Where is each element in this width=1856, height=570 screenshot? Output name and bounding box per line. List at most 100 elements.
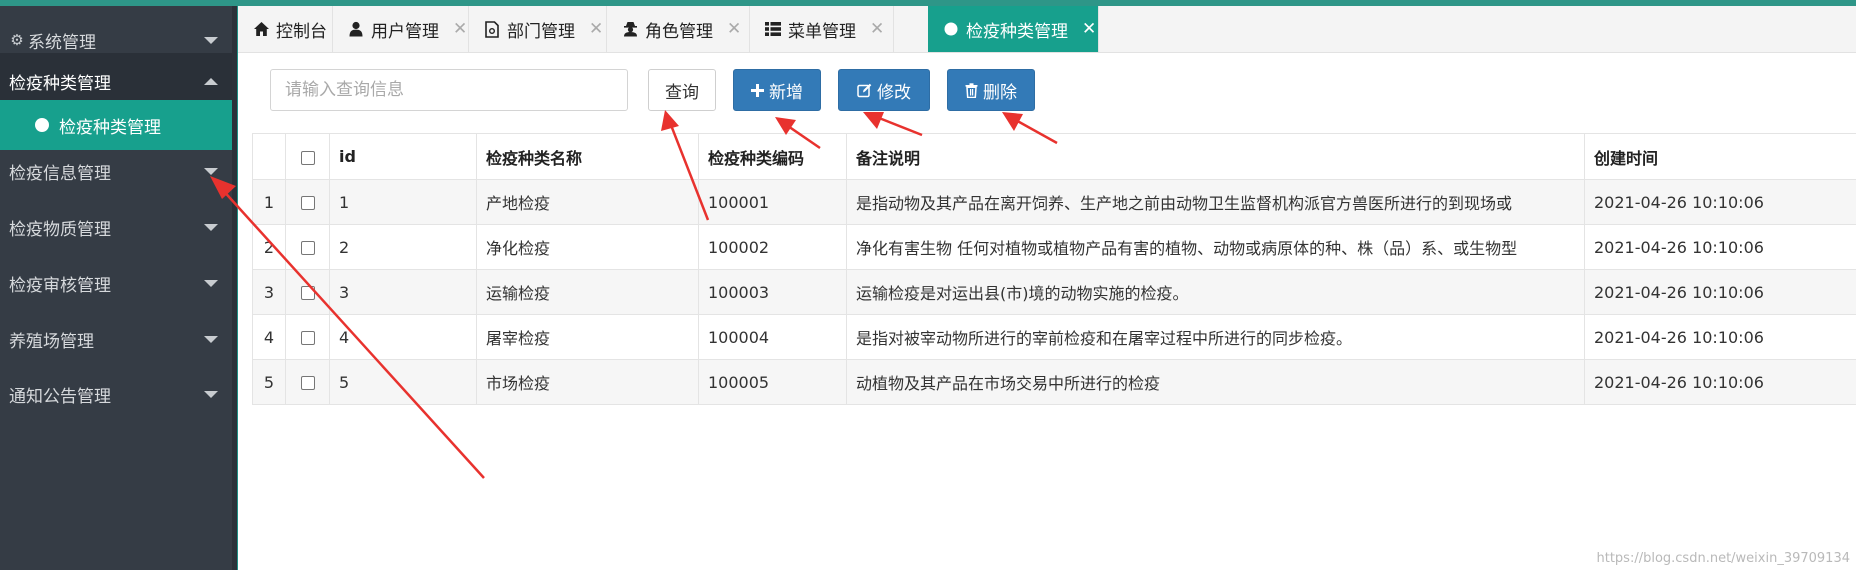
tab-close-button[interactable]: ✕: [727, 19, 741, 39]
row-checkbox-cell: [285, 224, 330, 270]
edit-button[interactable]: 修改: [838, 69, 930, 111]
add-button-label: 新增: [769, 82, 803, 103]
row-checkbox-cell: [285, 359, 330, 405]
row-number: 1: [252, 179, 286, 225]
row-checkbox[interactable]: [300, 331, 315, 345]
row-number: 4: [252, 314, 286, 360]
row-checkbox[interactable]: [300, 241, 315, 255]
chevron-down-icon: [204, 168, 218, 175]
tab-bar: 控制台 用户管理 ✕ 部门管理 ✕ 角色管理 ✕ 菜单管理 ✕ 检疫种类管理 ✕: [238, 6, 1856, 53]
list-icon: [764, 20, 782, 38]
row-checkbox-cell: [285, 314, 330, 360]
edit-button-label: 修改: [877, 82, 911, 103]
tab-role-management[interactable]: 角色管理 ✕: [607, 6, 750, 52]
row-number: 3: [252, 269, 286, 315]
chevron-down-icon: [204, 336, 218, 343]
table-row[interactable]: 1 1 产地检疫 100001 是指动物及其产品在离开饲养、生产地之前由动物卫生…: [252, 179, 1856, 225]
chevron-up-icon: [204, 78, 218, 85]
table-row[interactable]: 4 4 屠宰检疫 100004 是指对被宰动物所进行的宰前检疫和在屠宰过程中所进…: [252, 314, 1856, 360]
tab-label: 菜单管理: [788, 21, 856, 42]
cell-created: 2021-04-26 10:10:06: [1584, 269, 1856, 315]
delete-button-label: 删除: [983, 82, 1017, 103]
sidebar-item-label: 检疫审核管理: [9, 275, 111, 296]
sidebar-item-label: 系统管理: [28, 32, 96, 53]
user-icon: [347, 20, 365, 38]
cell-code: 100004: [698, 314, 847, 360]
annotation-arrow-edit: [863, 112, 923, 137]
plus-icon: [751, 83, 764, 97]
tab-close-button[interactable]: ✕: [870, 19, 884, 39]
cell-code: 100003: [698, 269, 847, 315]
column-header-note[interactable]: 备注说明: [846, 133, 1585, 180]
select-all-checkbox[interactable]: [300, 150, 315, 165]
tab-quarantine-type[interactable]: 检疫种类管理 ✕: [928, 6, 1099, 52]
chevron-down-icon: [204, 224, 218, 231]
sidebar: ⚙ 系统管理 检疫种类管理 检疫种类管理 检疫信息管理 检疫物质管理 检疫审核管…: [0, 6, 232, 570]
sidebar-item-quarantine-info[interactable]: 检疫信息管理: [0, 143, 232, 199]
cell-created: 2021-04-26 10:10:06: [1584, 359, 1856, 405]
sidebar-item-farm[interactable]: 养殖场管理: [0, 311, 232, 367]
trash-icon: [965, 82, 978, 98]
row-checkbox[interactable]: [300, 376, 315, 390]
search-input[interactable]: [270, 69, 628, 111]
column-header-name[interactable]: 检疫种类名称: [476, 133, 699, 180]
row-number-header: [252, 133, 286, 180]
sidebar-item-label: 通知公告管理: [9, 386, 111, 407]
user-secret-icon: [621, 20, 639, 38]
tab-label: 部门管理: [507, 21, 575, 42]
column-header-code[interactable]: 检疫种类编码: [698, 133, 847, 180]
circle-icon: [35, 118, 49, 132]
document-icon: [483, 20, 501, 38]
tab-label: 检疫种类管理: [966, 21, 1068, 42]
tab-label: 控制台: [276, 21, 327, 42]
home-icon: [252, 20, 270, 38]
cell-code: 100005: [698, 359, 847, 405]
cell-id: 5: [329, 359, 477, 405]
cell-created: 2021-04-26 10:10:06: [1584, 314, 1856, 360]
cell-id: 2: [329, 224, 477, 270]
cell-code: 100002: [698, 224, 847, 270]
data-table: id 检疫种类名称 检疫种类编码 备注说明 创建时间 1 1 产地检疫 1000…: [252, 133, 1856, 405]
sidebar-item-quarantine-substance[interactable]: 检疫物质管理: [0, 199, 232, 255]
row-checkbox[interactable]: [300, 196, 315, 210]
table-header-row: id 检疫种类名称 检疫种类编码 备注说明 创建时间: [252, 133, 1856, 180]
cell-note: 运输检疫是对运出县(市)境的动物实施的检疫。: [846, 269, 1585, 315]
sidebar-item-quarantine-review[interactable]: 检疫审核管理: [0, 255, 232, 311]
tab-console[interactable]: 控制台: [238, 6, 333, 52]
column-header-created[interactable]: 创建时间: [1584, 133, 1856, 180]
table-row[interactable]: 5 5 市场检疫 100005 动植物及其产品在市场交易中所进行的检疫 2021…: [252, 359, 1856, 405]
cell-code: 100001: [698, 179, 847, 225]
cell-created: 2021-04-26 10:10:06: [1584, 179, 1856, 225]
tab-close-button[interactable]: ✕: [1082, 19, 1096, 39]
delete-button[interactable]: 删除: [947, 69, 1035, 111]
column-header-id[interactable]: id: [329, 133, 477, 180]
sidebar-item-label: 检疫种类管理: [9, 73, 111, 94]
table-row[interactable]: 3 3 运输检疫 100003 运输检疫是对运出县(市)境的动物实施的检疫。 2…: [252, 269, 1856, 315]
cell-id: 4: [329, 314, 477, 360]
sidebar-item-label: 检疫信息管理: [9, 163, 111, 184]
row-number: 2: [252, 224, 286, 270]
row-number: 5: [252, 359, 286, 405]
tab-close-button[interactable]: ✕: [453, 19, 467, 39]
tab-close-button[interactable]: ✕: [589, 19, 603, 39]
add-button[interactable]: 新增: [733, 69, 821, 111]
query-button[interactable]: 查询: [648, 69, 716, 111]
sidebar-gutter: [232, 6, 238, 570]
tab-label: 角色管理: [645, 21, 713, 42]
cell-note: 是指动物及其产品在离开饲养、生产地之前由动物卫生监督机构派官方兽医所进行的到现场…: [846, 179, 1585, 225]
chevron-down-icon: [204, 391, 218, 398]
tab-dept-management[interactable]: 部门管理 ✕: [469, 6, 607, 52]
tab-menu-management[interactable]: 菜单管理 ✕: [750, 6, 894, 52]
cell-name: 运输检疫: [476, 269, 699, 315]
tab-user-management[interactable]: 用户管理 ✕: [333, 6, 469, 52]
row-checkbox-cell: [285, 179, 330, 225]
cell-created: 2021-04-26 10:10:06: [1584, 224, 1856, 270]
cell-note: 是指对被宰动物所进行的宰前检疫和在屠宰过程中所进行的同步检疫。: [846, 314, 1585, 360]
row-checkbox[interactable]: [300, 286, 315, 300]
query-button-label: 查询: [665, 82, 699, 103]
table-row[interactable]: 2 2 净化检疫 100002 净化有害生物 任何对植物或植物产品有害的植物、动…: [252, 224, 1856, 270]
sidebar-item-notice[interactable]: 通知公告管理: [0, 366, 232, 422]
tab-label: 用户管理: [371, 21, 439, 42]
chevron-down-icon: [204, 280, 218, 287]
row-checkbox-cell: [285, 269, 330, 315]
